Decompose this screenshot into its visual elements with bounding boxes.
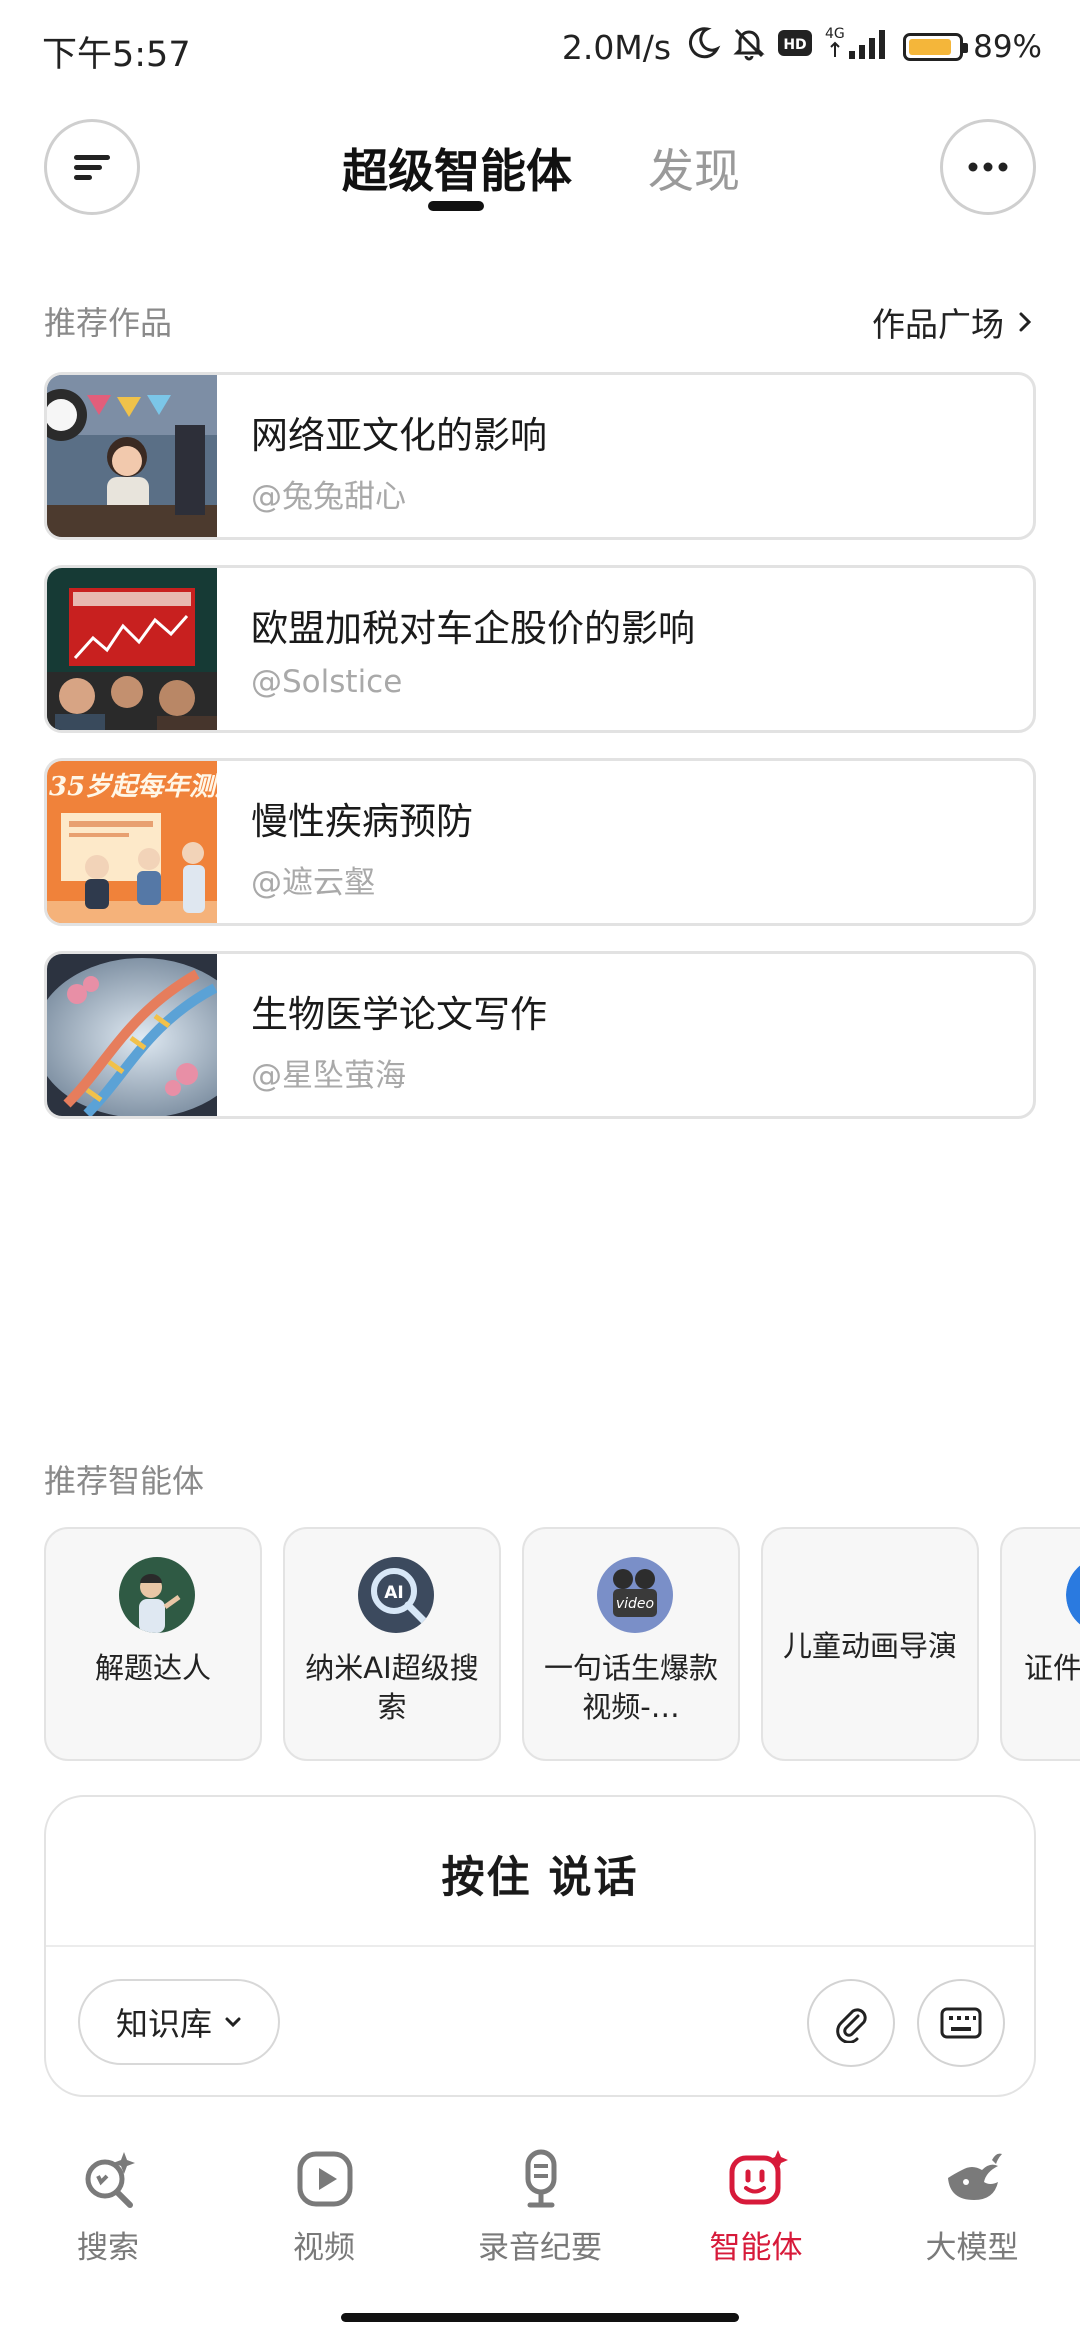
- agent-avatar-text: video: [616, 1596, 654, 1612]
- bottom-nav: 搜索 视频 录音纪要 智能体 大模型: [0, 2140, 1080, 2280]
- nav-label: 视频: [293, 2230, 355, 2266]
- work-card[interactable]: 网络亚文化的影响 @兔兔甜心: [44, 372, 1036, 540]
- tab-discover[interactable]: 发现: [648, 135, 740, 201]
- agent-avatar: AI: [358, 1557, 434, 1633]
- hd-icon: HD: [777, 27, 813, 67]
- status-icons: 2.0M/s HD 4G 89%: [562, 22, 1042, 72]
- moon-icon: [685, 25, 721, 70]
- agent-name: 解题达人: [94, 1651, 211, 1685]
- battery-percent: 89%: [973, 29, 1042, 65]
- work-card[interactable]: 生物医学论文写作 @星坠萤海: [44, 951, 1036, 1119]
- agent-avatar: video: [597, 1557, 673, 1633]
- agent-name: 纳米AI超级搜索: [305, 1651, 479, 1724]
- agent-avatar: [1066, 1557, 1080, 1633]
- agent-avatar-text: AI: [384, 1583, 403, 1603]
- status-bar: 下午5:57 2.0M/s HD 4G 89%: [0, 0, 1080, 96]
- status-time: 下午5:57: [42, 35, 191, 75]
- nav-label: 大模型: [925, 2230, 1019, 2266]
- nav-item-video[interactable]: 视频: [216, 2140, 432, 2280]
- nav-item-agent[interactable]: 智能体: [648, 2140, 864, 2280]
- work-author: @星坠萤海: [251, 1058, 406, 1094]
- agent-name: 证件: [1024, 1651, 1080, 1685]
- agent-name: 儿童动画导演: [782, 1629, 957, 1663]
- agent-card[interactable]: video 一句话生爆款视频-…: [522, 1527, 740, 1761]
- active-tab-indicator: [428, 201, 484, 211]
- nav-label: 搜索: [77, 2230, 139, 2266]
- hd-label: HD: [783, 37, 806, 53]
- keyboard-button[interactable]: [917, 1979, 1005, 2067]
- keyboard-icon: [940, 2007, 982, 2039]
- agent-avatar: [119, 1557, 195, 1633]
- voice-input-panel: 按住 说话 知识库: [44, 1795, 1036, 2097]
- work-title: 欧盟加税对车企股价的影响: [251, 607, 695, 650]
- more-button[interactable]: [940, 119, 1036, 215]
- search-sparkle-icon: [85, 2152, 135, 2208]
- work-thumbnail: [47, 568, 217, 730]
- panel-divider: [46, 1945, 1034, 1947]
- agent-card[interactable]: AI 纳米AI超级搜索: [283, 1527, 501, 1761]
- work-author: @遮云壑: [251, 865, 375, 901]
- menu-button[interactable]: [44, 119, 140, 215]
- works-section-label: 推荐作品: [44, 304, 173, 342]
- agents-section-label: 推荐智能体: [44, 1462, 205, 1500]
- work-author: @兔兔甜心: [251, 479, 406, 515]
- agents-carousel[interactable]: 解题达人 AI 纳米AI超级搜索 video 一句话生爆款视频-… 儿童动画导演…: [44, 1527, 1080, 1761]
- network-type: 4G: [825, 26, 845, 42]
- signal-icon: 4G: [823, 25, 893, 70]
- chevron-right-icon: [1019, 312, 1032, 332]
- menu-icon: [74, 155, 110, 180]
- nav-label: 智能体: [709, 2230, 803, 2266]
- work-thumbnail: [47, 375, 217, 537]
- battery-icon: [903, 33, 969, 61]
- work-card[interactable]: 欧盟加税对车企股价的影响 @Solstice: [44, 565, 1036, 733]
- knowledge-base-select[interactable]: 知识库: [78, 1979, 280, 2065]
- knowledge-base-label: 知识库: [115, 2005, 212, 2043]
- video-play-icon: [297, 2151, 353, 2207]
- works-plaza-link[interactable]: 作品广场: [872, 298, 1032, 346]
- agent-card[interactable]: 儿童动画导演: [761, 1527, 979, 1761]
- nav-label: 录音纪要: [478, 2230, 602, 2266]
- work-thumbnail: [47, 954, 217, 1116]
- paperclip-icon: [836, 2008, 867, 2043]
- agent-card[interactable]: 解题达人: [44, 1527, 262, 1761]
- works-list: 网络亚文化的影响 @兔兔甜心 欧盟加税对车企股价的影响 @Solstice 35…: [44, 372, 1036, 1144]
- microphone-icon: [525, 2149, 557, 2208]
- home-indicator[interactable]: [341, 2313, 739, 2322]
- work-title: 网络亚文化的影响: [251, 414, 547, 457]
- agent-card[interactable]: 证件: [1000, 1527, 1080, 1761]
- battery-fill: [909, 39, 952, 55]
- work-thumbnail: 35岁起每年测压: [47, 761, 217, 923]
- work-card[interactable]: 35岁起每年测压 慢性疾病预防 @遮云壑: [44, 758, 1036, 926]
- nav-item-recording[interactable]: 录音纪要: [432, 2140, 648, 2280]
- nav-item-model[interactable]: 大模型: [864, 2140, 1080, 2280]
- thumb-caption: 35岁起每年测压: [49, 772, 217, 802]
- work-title: 生物医学论文写作: [251, 993, 547, 1036]
- tab-super-agent[interactable]: 超级智能体: [342, 135, 572, 201]
- hold-to-talk-button[interactable]: 按住 说话: [46, 1843, 1034, 1905]
- attach-button[interactable]: [807, 1979, 895, 2067]
- whale-icon: [948, 2153, 1002, 2200]
- works-plaza-label: 作品广场: [872, 305, 1004, 344]
- network-speed: 2.0M/s: [561, 27, 672, 67]
- nav-item-search[interactable]: 搜索: [0, 2140, 216, 2280]
- chevron-down-icon: [225, 2017, 241, 2028]
- bell-muted-icon: [731, 25, 767, 70]
- agent-name: 一句话生爆款视频-…: [543, 1651, 718, 1724]
- more-dots-icon: [968, 162, 1008, 172]
- work-author: @Solstice: [251, 664, 403, 700]
- work-title: 慢性疾病预防: [251, 800, 473, 843]
- agent-face-icon: [729, 2150, 788, 2205]
